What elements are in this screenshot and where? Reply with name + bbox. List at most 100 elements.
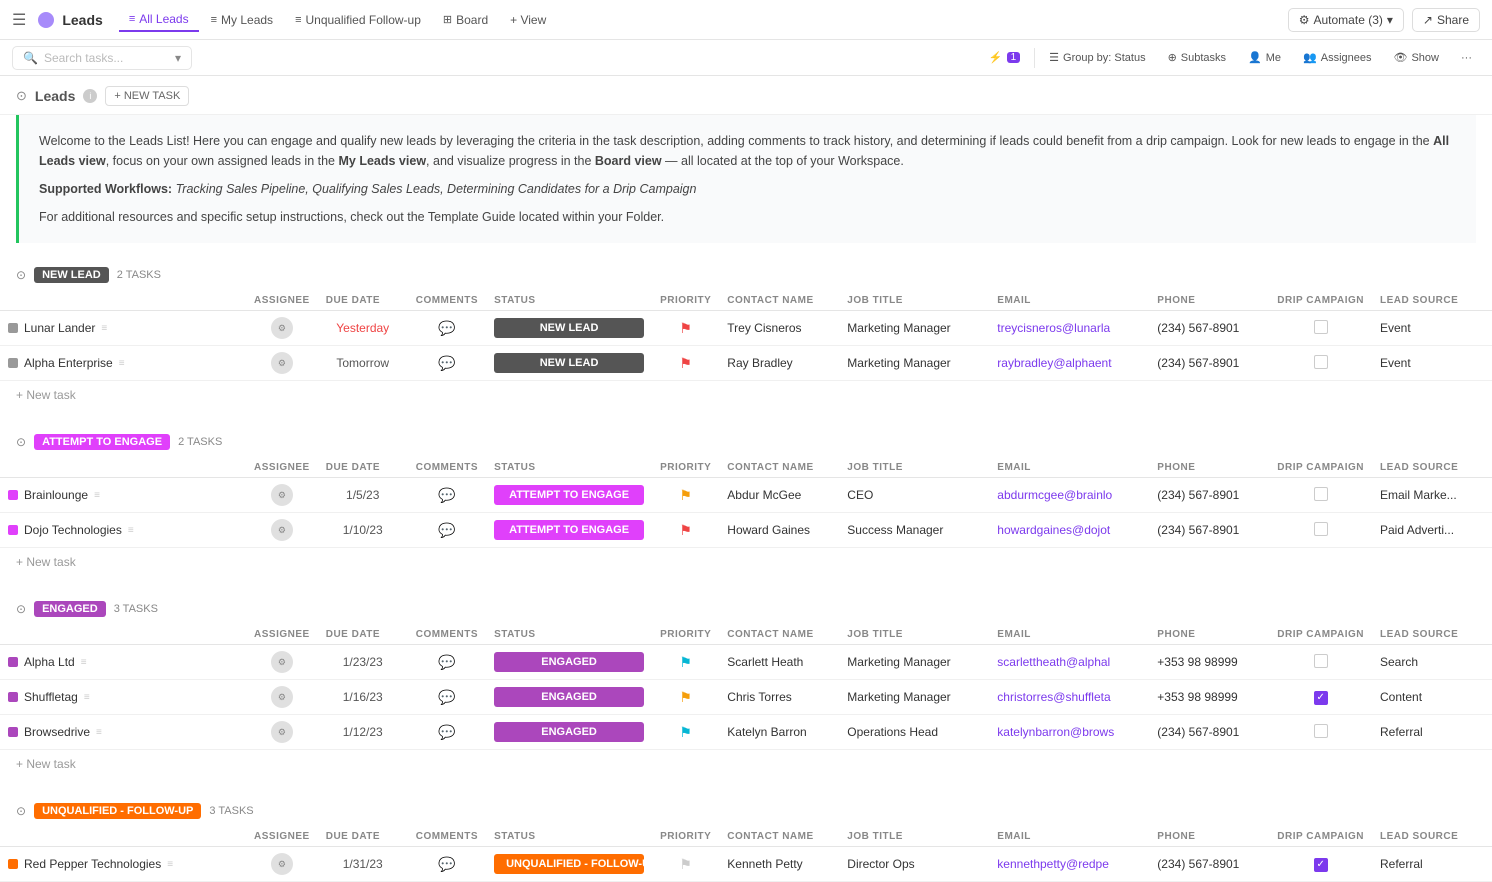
tab-all-leads[interactable]: ≡ All Leads	[119, 8, 199, 32]
task-menu-icon[interactable]: ≡	[84, 692, 90, 703]
comment-icon[interactable]: 💬	[438, 522, 455, 538]
task-name-cell[interactable]: Brainlounge ≡	[0, 478, 246, 513]
task-name-cell[interactable]: Alpha Ltd ≡	[0, 645, 246, 680]
me-button[interactable]: 👤 Me	[1240, 48, 1289, 67]
task-name-label[interactable]: Alpha Ltd	[24, 655, 75, 669]
task-name-label[interactable]: Lunar Lander	[24, 321, 95, 335]
status-cell[interactable]: ENGAGED	[486, 715, 652, 750]
drip-cell[interactable]	[1269, 311, 1372, 346]
priority-flag-icon[interactable]: ⚑	[679, 856, 692, 872]
filter-button[interactable]: ⚡ 1	[981, 48, 1028, 67]
assignees-button[interactable]: 👥 Assignees	[1295, 48, 1379, 67]
comments-cell[interactable]: 💬	[408, 346, 486, 381]
task-name-cell[interactable]: Red Pepper Technologies ≡	[0, 847, 246, 882]
comments-cell[interactable]: 💬	[408, 645, 486, 680]
task-name-cell[interactable]: Alpha Enterprise ≡	[0, 346, 246, 381]
status-badge[interactable]: NEW LEAD	[494, 318, 644, 338]
priority-cell[interactable]: ⚑	[652, 645, 719, 680]
priority-cell[interactable]: ⚑	[652, 478, 719, 513]
subtasks-button[interactable]: ⊕ Subtasks	[1160, 48, 1234, 67]
duedate-cell[interactable]: 1/12/23	[318, 715, 408, 750]
comments-cell[interactable]: 💬	[408, 311, 486, 346]
share-button[interactable]: ↗ Share	[1412, 8, 1480, 32]
drip-cell[interactable]: ✓	[1269, 680, 1372, 715]
tab-unqualified-followup[interactable]: ≡ Unqualified Follow-up	[285, 8, 431, 32]
drip-checkbox[interactable]: ✓	[1314, 858, 1328, 872]
priority-flag-icon[interactable]: ⚑	[679, 487, 692, 503]
drip-checkbox[interactable]	[1314, 487, 1328, 501]
section-toggle-icon[interactable]: ⊙	[16, 88, 27, 104]
status-badge[interactable]: ENGAGED	[494, 652, 644, 672]
status-cell[interactable]: UNQUALIFIED - FOLLOW-UP	[486, 847, 652, 882]
status-badge[interactable]: UNQUALIFIED - FOLLOW-UP	[494, 854, 644, 874]
status-badge[interactable]: ENGAGED	[494, 722, 644, 742]
drip-cell[interactable]	[1269, 513, 1372, 548]
status-cell[interactable]: ATTEMPT TO ENGAGE	[486, 478, 652, 513]
status-badge[interactable]: ATTEMPT TO ENGAGE	[494, 520, 644, 540]
comment-icon[interactable]: 💬	[438, 355, 455, 371]
priority-flag-icon[interactable]: ⚑	[679, 355, 692, 371]
status-cell[interactable]: ENGAGED	[486, 680, 652, 715]
duedate-cell[interactable]: Yesterday	[318, 311, 408, 346]
task-name-label[interactable]: Red Pepper Technologies	[24, 857, 161, 871]
task-menu-icon[interactable]: ≡	[81, 657, 87, 668]
duedate-cell[interactable]: 1/10/23	[318, 513, 408, 548]
automate-button[interactable]: ⚙ Automate (3) ▾	[1288, 8, 1404, 32]
groupby-button[interactable]: ☰ Group by: Status	[1041, 48, 1153, 67]
drip-checkbox[interactable]: ✓	[1314, 691, 1328, 705]
task-menu-icon[interactable]: ≡	[96, 727, 102, 738]
duedate-cell[interactable]: 1/23/23	[318, 645, 408, 680]
status-cell[interactable]: NEW LEAD	[486, 311, 652, 346]
new-lead-add-row[interactable]: + New task	[0, 381, 1492, 406]
task-menu-icon[interactable]: ≡	[94, 490, 100, 501]
task-name-cell[interactable]: Lunar Lander ≡	[0, 311, 246, 346]
tab-add-view[interactable]: + View	[500, 8, 556, 32]
task-name-cell[interactable]: Shuffletag ≡	[0, 680, 246, 715]
search-box[interactable]: 🔍 Search tasks... ▾	[12, 46, 192, 70]
priority-flag-icon[interactable]: ⚑	[679, 320, 692, 336]
drip-cell[interactable]: ✓	[1269, 847, 1372, 882]
comment-icon[interactable]: 💬	[438, 487, 455, 503]
more-button[interactable]: ···	[1453, 49, 1480, 67]
comments-cell[interactable]: 💬	[408, 715, 486, 750]
comments-cell[interactable]: 💬	[408, 847, 486, 882]
status-badge[interactable]: ENGAGED	[494, 687, 644, 707]
duedate-cell[interactable]: Tomorrow	[318, 346, 408, 381]
task-name-label[interactable]: Alpha Enterprise	[24, 356, 113, 370]
task-menu-icon[interactable]: ≡	[101, 323, 107, 334]
comment-icon[interactable]: 💬	[438, 654, 455, 670]
task-name-label[interactable]: Shuffletag	[24, 690, 78, 704]
section-toggle-icon[interactable]: ⊙	[16, 435, 26, 449]
drip-cell[interactable]	[1269, 715, 1372, 750]
hamburger-icon[interactable]: ☰	[12, 10, 26, 30]
attempt-add-row[interactable]: + New task	[0, 548, 1492, 573]
section-toggle-icon[interactable]: ⊙	[16, 804, 26, 818]
priority-cell[interactable]: ⚑	[652, 346, 719, 381]
status-cell[interactable]: NEW LEAD	[486, 346, 652, 381]
drip-checkbox[interactable]	[1314, 320, 1328, 334]
task-name-label[interactable]: Browsedrive	[24, 725, 90, 739]
comments-cell[interactable]: 💬	[408, 680, 486, 715]
comment-icon[interactable]: 💬	[438, 856, 455, 872]
task-name-label[interactable]: Brainlounge	[24, 488, 88, 502]
task-menu-icon[interactable]: ≡	[119, 358, 125, 369]
comment-icon[interactable]: 💬	[438, 724, 455, 740]
status-cell[interactable]: ATTEMPT TO ENGAGE	[486, 513, 652, 548]
comments-cell[interactable]: 💬	[408, 478, 486, 513]
task-name-cell[interactable]: Dojo Technologies ≡	[0, 513, 246, 548]
duedate-cell[interactable]: 1/5/23	[318, 478, 408, 513]
drip-cell[interactable]	[1269, 645, 1372, 680]
task-name-label[interactable]: Dojo Technologies	[24, 523, 122, 537]
task-menu-icon[interactable]: ≡	[167, 859, 173, 870]
drip-cell[interactable]	[1269, 346, 1372, 381]
comments-cell[interactable]: 💬	[408, 513, 486, 548]
new-task-button[interactable]: + NEW TASK	[105, 86, 189, 106]
priority-cell[interactable]: ⚑	[652, 311, 719, 346]
drip-cell[interactable]	[1269, 478, 1372, 513]
priority-flag-icon[interactable]: ⚑	[679, 689, 692, 705]
priority-cell[interactable]: ⚑	[652, 680, 719, 715]
duedate-cell[interactable]: 1/16/23	[318, 680, 408, 715]
tab-my-leads[interactable]: ≡ My Leads	[201, 8, 283, 32]
tab-board[interactable]: ⊞ Board	[433, 8, 498, 32]
priority-flag-icon[interactable]: ⚑	[679, 654, 692, 670]
